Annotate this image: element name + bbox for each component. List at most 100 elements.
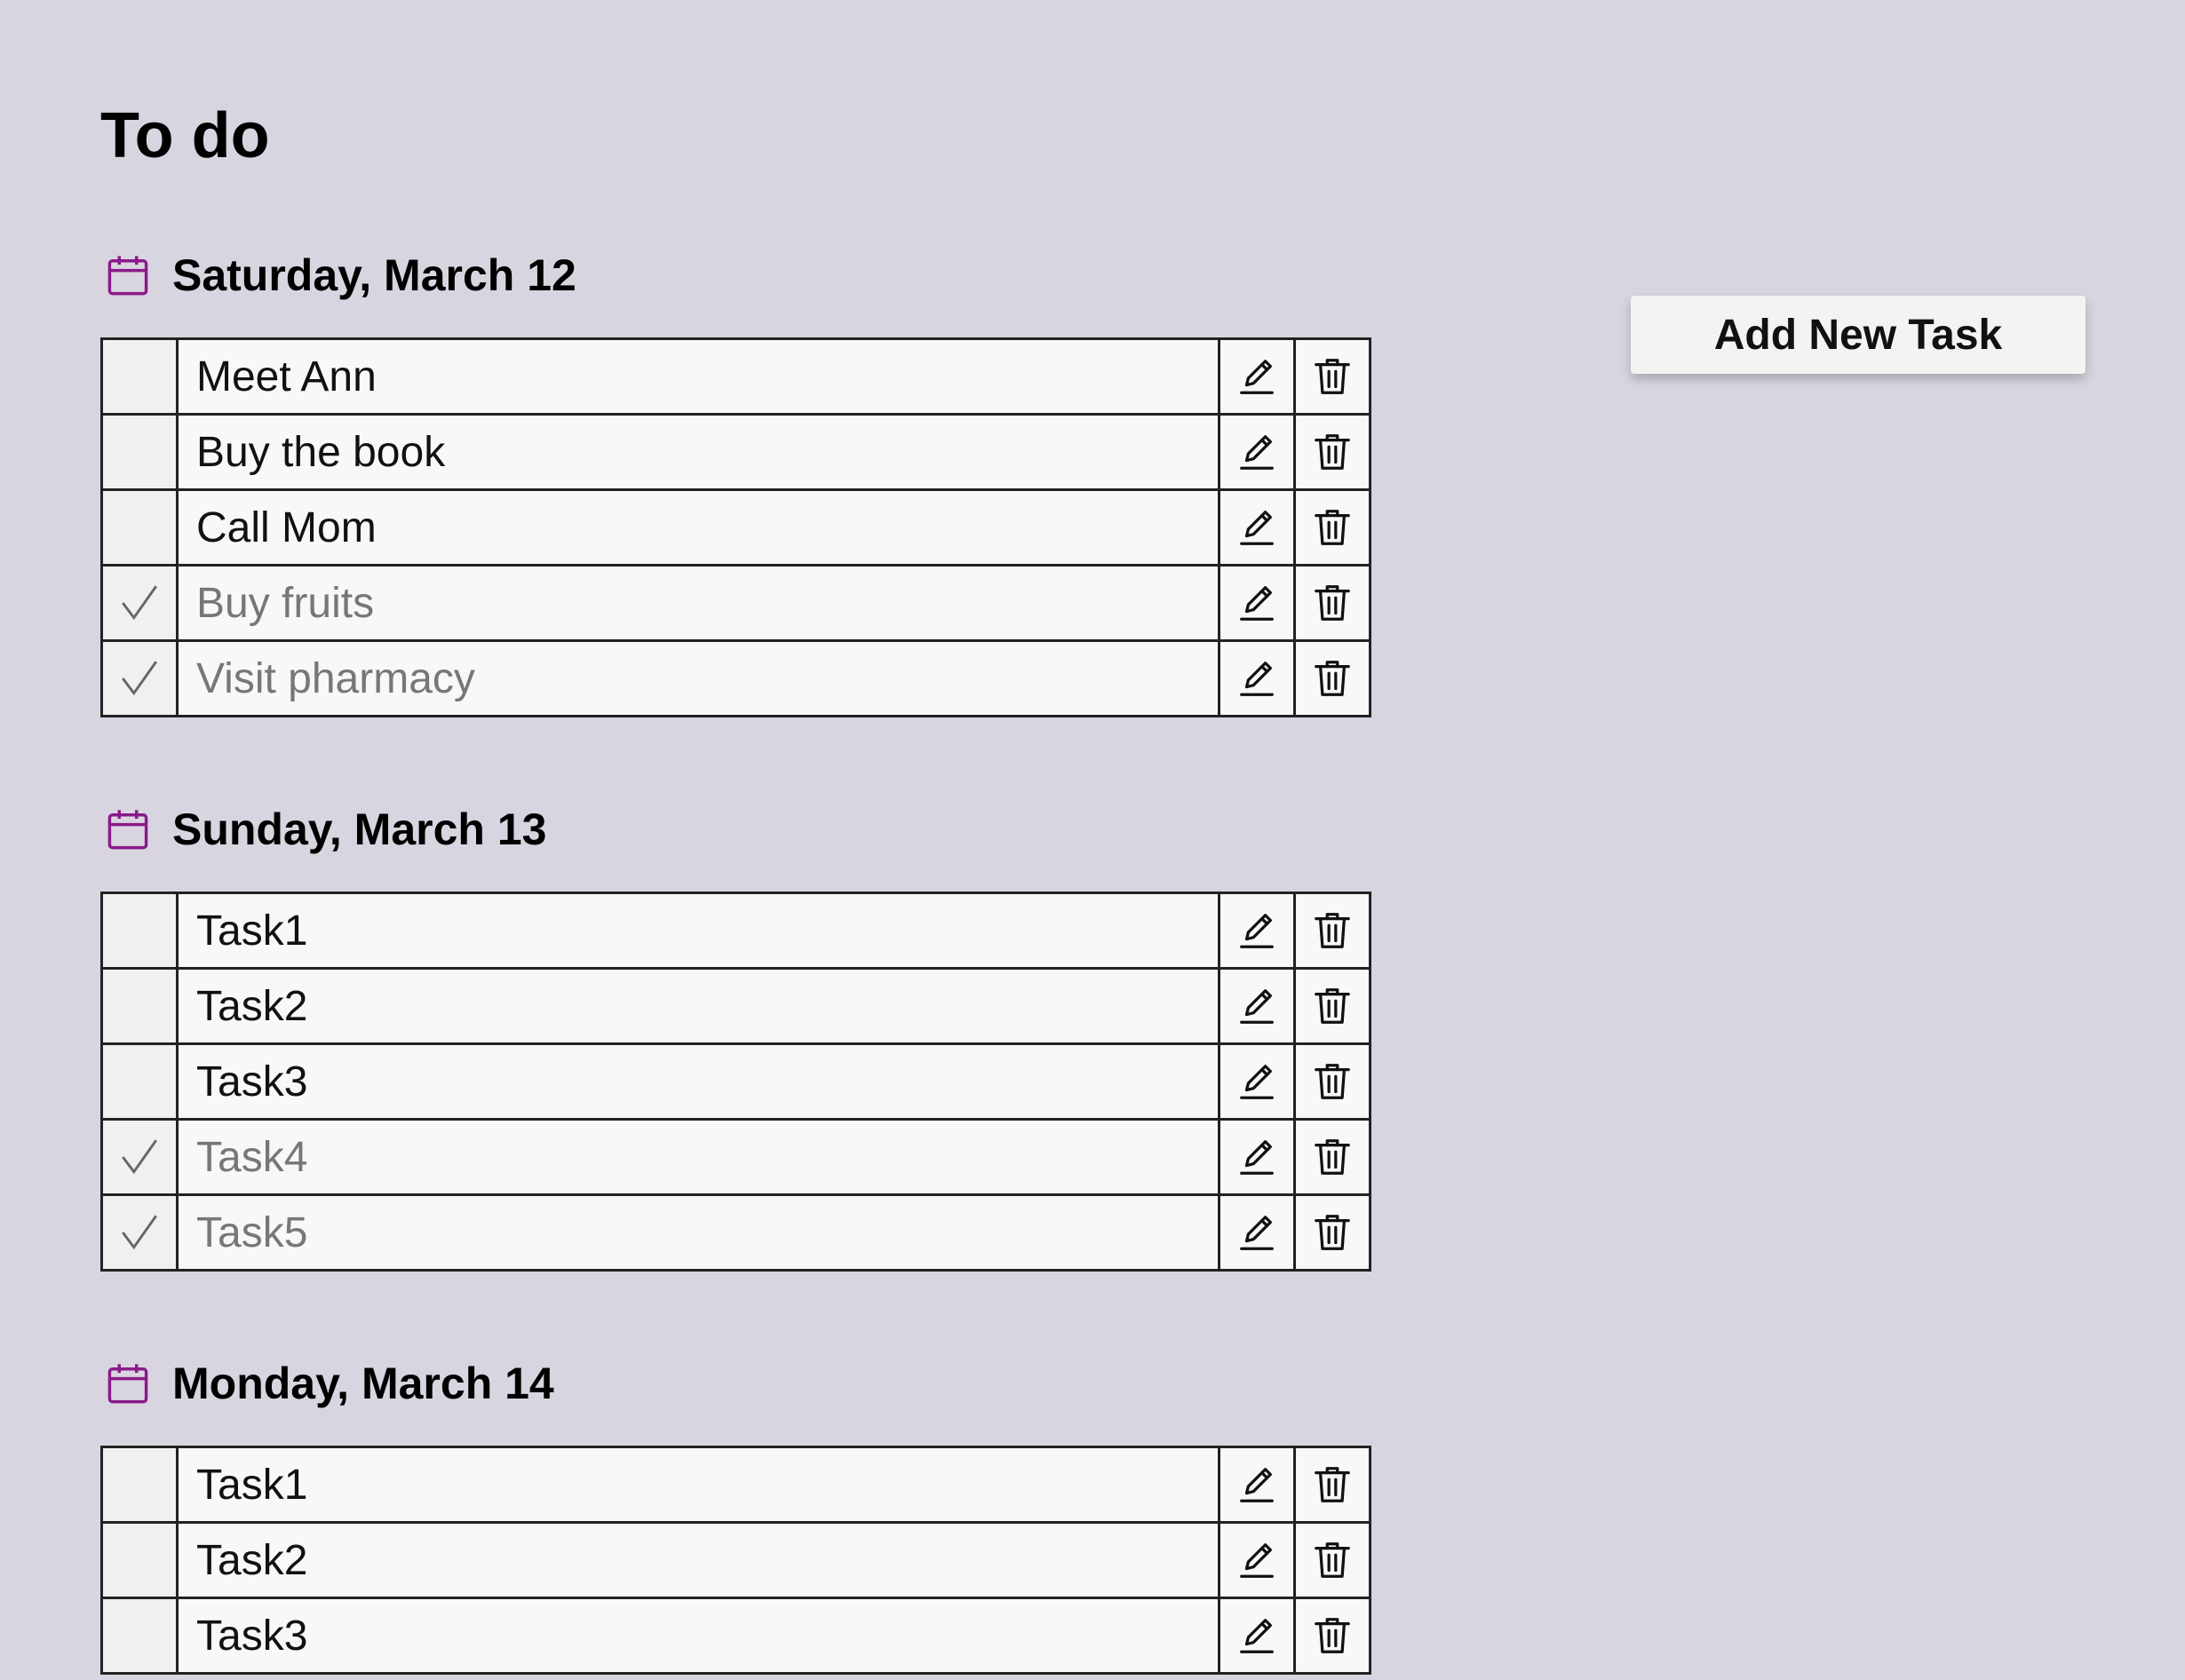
trash-icon bbox=[1315, 359, 1350, 394]
task-label: Call Mom bbox=[176, 488, 1220, 567]
task-label: Task2 bbox=[176, 1521, 1220, 1599]
check-icon bbox=[122, 585, 157, 621]
task-checkbox[interactable] bbox=[100, 1193, 179, 1272]
trash-icon bbox=[1315, 661, 1350, 696]
edit-task-button[interactable] bbox=[1218, 337, 1296, 416]
day-header: Monday, March 14 bbox=[100, 1357, 1379, 1410]
trash-icon bbox=[1315, 913, 1350, 948]
check-icon bbox=[122, 1139, 157, 1175]
delete-task-button[interactable] bbox=[1293, 1118, 1371, 1196]
pencil-icon bbox=[1240, 1216, 1274, 1250]
delete-task-button[interactable] bbox=[1293, 564, 1371, 642]
delete-task-button[interactable] bbox=[1293, 1193, 1371, 1272]
task-checkbox[interactable] bbox=[100, 1446, 179, 1524]
trash-icon bbox=[1315, 585, 1350, 621]
task-table: Meet Ann Buy the book Call Mom Buy fruits Vi… bbox=[100, 337, 1371, 717]
task-checkbox[interactable] bbox=[100, 1521, 179, 1599]
task-label: Task2 bbox=[176, 967, 1220, 1045]
task-checkbox[interactable] bbox=[100, 892, 179, 970]
task-label: Meet Ann bbox=[176, 337, 1220, 416]
trash-icon bbox=[1315, 1618, 1350, 1653]
task-label: Buy the book bbox=[176, 413, 1220, 491]
edit-task-button[interactable] bbox=[1218, 564, 1296, 642]
day-title: Sunday, March 13 bbox=[172, 804, 547, 854]
edit-task-button[interactable] bbox=[1218, 1446, 1296, 1524]
edit-task-button[interactable] bbox=[1218, 1193, 1296, 1272]
edit-task-button[interactable] bbox=[1218, 639, 1296, 717]
day-header: Saturday, March 12 bbox=[100, 249, 1379, 302]
pencil-icon bbox=[1240, 989, 1274, 1024]
pencil-icon bbox=[1240, 435, 1274, 470]
delete-task-button[interactable] bbox=[1293, 488, 1371, 567]
delete-task-button[interactable] bbox=[1293, 1597, 1371, 1675]
task-row: Task2 bbox=[100, 1521, 1371, 1599]
edit-task-button[interactable] bbox=[1218, 1597, 1296, 1675]
task-row: Buy the book bbox=[100, 413, 1371, 491]
task-checkbox[interactable] bbox=[100, 1597, 179, 1675]
task-row: Task4 bbox=[100, 1118, 1371, 1196]
task-label: Task3 bbox=[176, 1042, 1220, 1121]
trash-icon bbox=[1315, 1215, 1350, 1250]
pencil-icon bbox=[1240, 586, 1274, 621]
task-checkbox[interactable] bbox=[100, 1042, 179, 1121]
trash-icon bbox=[1315, 1139, 1350, 1175]
task-label: Visit pharmacy bbox=[176, 639, 1220, 717]
trash-icon bbox=[1315, 988, 1350, 1024]
calendar-icon bbox=[107, 256, 148, 296]
delete-task-button[interactable] bbox=[1293, 892, 1371, 970]
day-section: Monday, March 14 Task1 Task2 Task3 bbox=[100, 1357, 1379, 1675]
day-header: Sunday, March 13 bbox=[100, 803, 1379, 856]
edit-task-button[interactable] bbox=[1218, 413, 1296, 491]
task-label: Task1 bbox=[176, 1446, 1220, 1524]
trash-icon bbox=[1315, 1467, 1350, 1502]
delete-task-button[interactable] bbox=[1293, 337, 1371, 416]
task-row: Task5 bbox=[100, 1193, 1371, 1272]
pencil-icon bbox=[1240, 511, 1274, 545]
delete-task-button[interactable] bbox=[1293, 413, 1371, 491]
task-checkbox[interactable] bbox=[100, 639, 179, 717]
edit-task-button[interactable] bbox=[1218, 1521, 1296, 1599]
delete-task-button[interactable] bbox=[1293, 1446, 1371, 1524]
task-list: Task1 Task2 Task3 bbox=[100, 1446, 1371, 1675]
calendar-icon bbox=[107, 1364, 148, 1404]
pencil-icon bbox=[1240, 1619, 1274, 1653]
pencil-icon bbox=[1240, 360, 1274, 394]
delete-task-button[interactable] bbox=[1293, 1521, 1371, 1599]
task-row: Call Mom bbox=[100, 488, 1371, 567]
task-row: Visit pharmacy bbox=[100, 639, 1371, 717]
task-row: Task3 bbox=[100, 1042, 1371, 1121]
task-list: Meet Ann Buy the book Call Mom Buy fruits Vi… bbox=[100, 337, 1371, 717]
task-checkbox[interactable] bbox=[100, 488, 179, 567]
day-section: Sunday, March 13 Task1 Task2 Task3 Task4 Tas… bbox=[100, 803, 1379, 1272]
task-table: Task1 Task2 Task3 Task4 Task5 bbox=[100, 892, 1371, 1272]
trash-icon bbox=[1315, 1064, 1350, 1099]
edit-task-button[interactable] bbox=[1218, 488, 1296, 567]
task-checkbox[interactable] bbox=[100, 413, 179, 491]
task-label: Task5 bbox=[176, 1193, 1220, 1272]
task-checkbox[interactable] bbox=[100, 337, 179, 416]
edit-task-button[interactable] bbox=[1218, 1118, 1296, 1196]
pencil-icon bbox=[1240, 914, 1274, 948]
task-row: Task1 bbox=[100, 1446, 1371, 1524]
edit-task-button[interactable] bbox=[1218, 967, 1296, 1045]
pencil-icon bbox=[1240, 1065, 1274, 1099]
add-new-task-button[interactable]: Add New Task bbox=[1631, 296, 2086, 374]
task-row: Meet Ann bbox=[100, 337, 1371, 416]
task-checkbox[interactable] bbox=[100, 1118, 179, 1196]
delete-task-button[interactable] bbox=[1293, 967, 1371, 1045]
day-title: Saturday, March 12 bbox=[172, 250, 576, 300]
edit-task-button[interactable] bbox=[1218, 892, 1296, 970]
delete-task-button[interactable] bbox=[1293, 639, 1371, 717]
trash-icon bbox=[1315, 1542, 1350, 1578]
edit-task-button[interactable] bbox=[1218, 1042, 1296, 1121]
task-checkbox[interactable] bbox=[100, 564, 179, 642]
task-label: Task1 bbox=[176, 892, 1220, 970]
task-checkbox[interactable] bbox=[100, 967, 179, 1045]
task-row: Buy fruits bbox=[100, 564, 1371, 642]
task-row: Task3 bbox=[100, 1597, 1371, 1675]
task-list: Task1 Task2 Task3 Task4 Task5 bbox=[100, 892, 1371, 1272]
check-icon bbox=[122, 1215, 157, 1250]
delete-task-button[interactable] bbox=[1293, 1042, 1371, 1121]
page-title: To do bbox=[100, 100, 270, 171]
task-table: Task1 Task2 Task3 bbox=[100, 1446, 1371, 1675]
